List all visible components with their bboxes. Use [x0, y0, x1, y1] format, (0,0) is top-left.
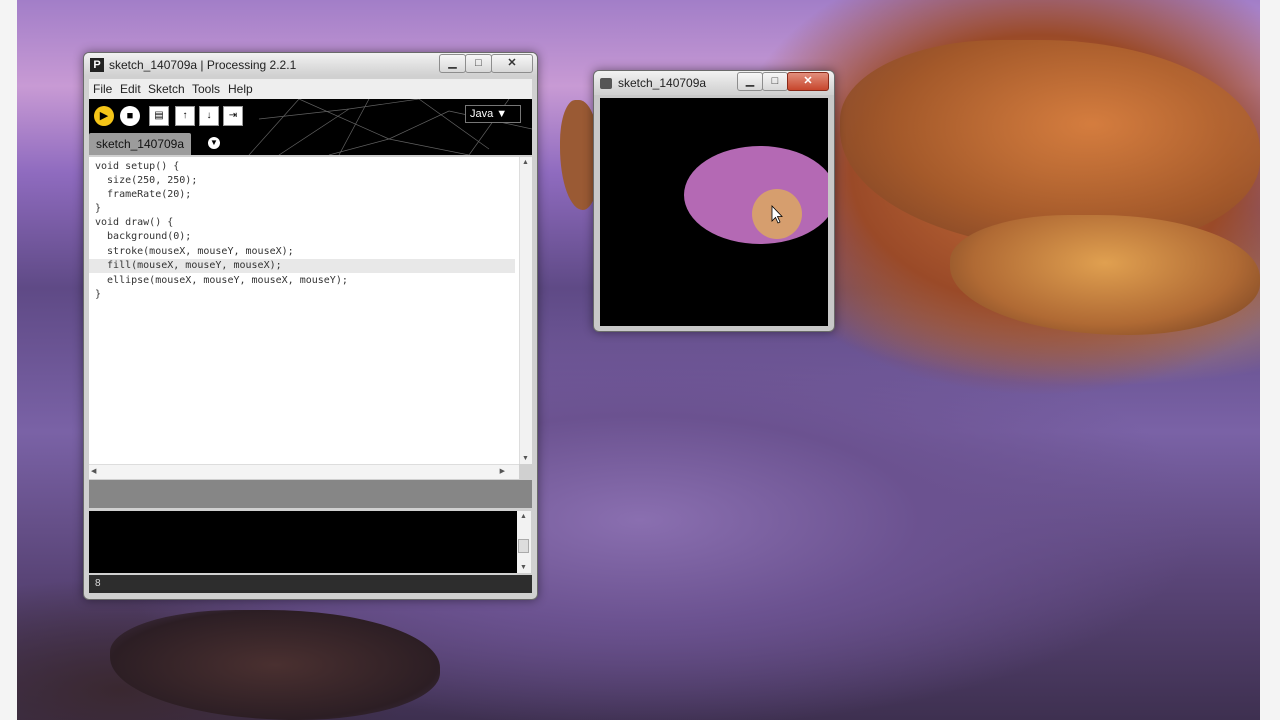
editor-horizontal-scrollbar[interactable]: ◀ ▶	[89, 464, 519, 479]
processing-ide-window[interactable]: P sketch_140709a | Processing 2.2.1 ▁ □ …	[83, 52, 538, 600]
ide-titlebar[interactable]: P sketch_140709a | Processing 2.2.1 ▁ □ …	[84, 53, 537, 77]
scroll-right-icon[interactable]: ▶	[500, 467, 505, 475]
code-line: frameRate(20);	[95, 189, 192, 200]
editor-vertical-scrollbar[interactable]: ▲ ▼	[519, 157, 532, 464]
menu-tools[interactable]: Tools	[192, 82, 220, 96]
tab-menu-arrow-icon[interactable]: ▼	[208, 137, 220, 149]
maximize-icon[interactable]: □	[465, 54, 492, 73]
scroll-left-icon[interactable]: ◀	[91, 467, 96, 475]
drawn-ellipse	[684, 146, 828, 244]
sketch-window-title: sketch_140709a	[618, 76, 707, 90]
menu-bar: File Edit Sketch Tools Help	[89, 79, 532, 99]
screen-border-left	[0, 0, 17, 720]
new-button[interactable]: ▤	[149, 106, 169, 126]
open-button[interactable]: ↑	[175, 106, 195, 126]
run-button[interactable]: ▶	[94, 106, 114, 126]
console-scrollbar[interactable]: ▲ ▼	[517, 511, 531, 573]
code-line: ellipse(mouseX, mouseY, mouseX, mouseY);	[95, 275, 348, 286]
scroll-down-icon[interactable]: ▼	[520, 564, 527, 571]
code-line: void setup() {	[95, 161, 180, 172]
minimize-icon[interactable]: ▁	[439, 54, 466, 73]
code-editor[interactable]: void setup() { size(250, 250); frameRate…	[89, 157, 519, 464]
scroll-thumb[interactable]	[518, 539, 529, 553]
sketch-drawing	[684, 146, 828, 244]
code-line: }	[95, 289, 102, 300]
message-area	[89, 480, 532, 508]
code-line: stroke(mouseX, mouseY, mouseX);	[95, 246, 294, 257]
code-line: fill(mouseX, mouseY, mouseX);	[95, 260, 282, 271]
sketch-canvas[interactable]	[600, 98, 828, 326]
code-line: size(250, 250);	[95, 175, 198, 186]
menu-sketch[interactable]: Sketch	[148, 82, 185, 96]
console-output	[89, 511, 517, 573]
scroll-up-icon[interactable]: ▲	[520, 513, 527, 520]
scroll-down-icon[interactable]: ▼	[522, 455, 529, 462]
close-icon[interactable]: ✕	[491, 54, 533, 73]
stop-button[interactable]: ■	[120, 106, 140, 126]
ide-window-title: sketch_140709a | Processing 2.2.1	[109, 58, 297, 72]
code-line: background(0);	[95, 231, 192, 242]
menu-file[interactable]: File	[93, 82, 112, 96]
mode-selector[interactable]: Java ▼	[465, 105, 521, 123]
sketch-window-icon	[600, 78, 612, 89]
minimize-icon[interactable]: ▁	[737, 72, 763, 91]
save-button[interactable]: ↓	[199, 106, 219, 126]
processing-app-icon: P	[90, 58, 104, 72]
menu-edit[interactable]: Edit	[120, 82, 141, 96]
sketch-output-window[interactable]: sketch_140709a ▁ □ ✕	[593, 70, 835, 332]
code-line: void draw() {	[95, 217, 174, 228]
tab-sketch[interactable]: sketch_140709a	[89, 133, 191, 155]
sketch-titlebar[interactable]: sketch_140709a ▁ □ ✕	[594, 71, 834, 95]
close-icon[interactable]: ✕	[787, 72, 829, 91]
line-number-indicator: 8	[89, 575, 532, 593]
menu-help[interactable]: Help	[228, 82, 253, 96]
scroll-up-icon[interactable]: ▲	[522, 159, 529, 166]
maximize-icon[interactable]: □	[762, 72, 788, 91]
rock-ledge	[950, 215, 1260, 335]
export-button[interactable]: ⇥	[223, 106, 243, 126]
screen-border-right	[1260, 0, 1280, 720]
rock-bottom-left	[110, 610, 440, 720]
code-line: }	[95, 203, 102, 214]
